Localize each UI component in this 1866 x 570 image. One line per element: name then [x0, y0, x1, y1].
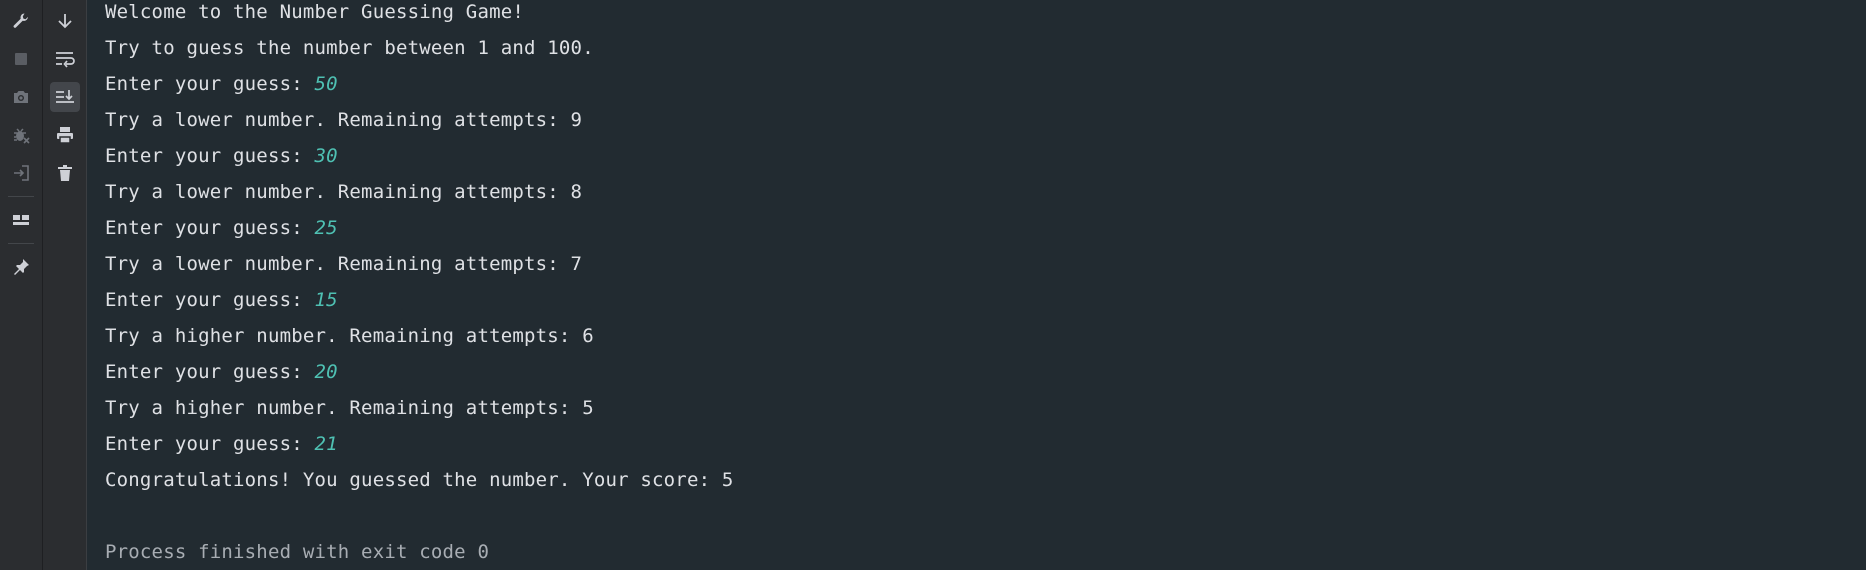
- dump-threads-button[interactable]: [6, 82, 36, 112]
- console-line-empty: [105, 503, 1866, 539]
- console-line: Enter your guess: 25: [105, 215, 1866, 251]
- console-line: Enter your guess: 15: [105, 287, 1866, 323]
- output-text: Try to guess the number between 1 and 10…: [105, 37, 594, 59]
- console-line: Try to guess the number between 1 and 10…: [105, 35, 1866, 71]
- print-button[interactable]: [50, 120, 80, 150]
- toolbar-separator: [8, 243, 34, 244]
- camera-icon: [11, 87, 31, 107]
- console-line: Congratulations! You guessed the number.…: [105, 467, 1866, 503]
- console-line: Enter your guess: 21: [105, 431, 1866, 467]
- stop-button[interactable]: [6, 44, 36, 74]
- clear-all-button[interactable]: [50, 158, 80, 188]
- down-button[interactable]: [50, 6, 80, 36]
- console-line: Try a lower number. Remaining attempts: …: [105, 251, 1866, 287]
- console-line: Welcome to the Number Guessing Game!: [105, 0, 1866, 35]
- scroll-to-end-button[interactable]: [49, 82, 80, 112]
- stop-icon: [11, 49, 31, 69]
- user-input-text: 15: [314, 289, 338, 311]
- pin-icon: [11, 257, 31, 277]
- prompt-text: Enter your guess:: [105, 433, 315, 455]
- user-input-text: 21: [314, 433, 338, 455]
- layout-button[interactable]: [6, 205, 36, 235]
- console-toolbar: [43, 0, 87, 570]
- output-text: Try a lower number. Remaining attempts: …: [105, 109, 583, 131]
- output-text: Try a higher number. Remaining attempts:…: [105, 397, 594, 419]
- console-line: Try a higher number. Remaining attempts:…: [105, 323, 1866, 359]
- output-text: Welcome to the Number Guessing Game!: [105, 1, 525, 23]
- soft-wrap-icon: [54, 49, 76, 69]
- left-toolbar: [0, 0, 43, 570]
- trash-icon: [55, 163, 75, 183]
- print-icon: [55, 125, 75, 145]
- console-line-process-finished: Process finished with exit code 0: [105, 539, 1866, 570]
- output-text: Try a higher number. Remaining attempts:…: [105, 325, 594, 347]
- output-text: Try a lower number. Remaining attempts: …: [105, 181, 583, 203]
- debug-icon: [11, 125, 31, 145]
- arrow-down-icon: [55, 11, 75, 31]
- run-tool-window: Welcome to the Number Guessing Game! Try…: [0, 0, 1866, 570]
- user-input-text: 50: [314, 73, 338, 95]
- console-line: Try a lower number. Remaining attempts: …: [105, 107, 1866, 143]
- console-line: Enter your guess: 50: [105, 71, 1866, 107]
- settings-button[interactable]: [6, 6, 36, 36]
- prompt-text: Enter your guess:: [105, 73, 315, 95]
- console-line: Enter your guess: 20: [105, 359, 1866, 395]
- console-line: Try a higher number. Remaining attempts:…: [105, 395, 1866, 431]
- console-line: Try a lower number. Remaining attempts: …: [105, 179, 1866, 215]
- attach-button[interactable]: [6, 158, 36, 188]
- console-output[interactable]: Welcome to the Number Guessing Game! Try…: [87, 0, 1866, 570]
- prompt-text: Enter your guess:: [105, 361, 315, 383]
- soft-wrap-button[interactable]: [50, 44, 80, 74]
- exit-status-text: Process finished with exit code 0: [105, 541, 490, 563]
- console-line: Enter your guess: 30: [105, 143, 1866, 179]
- pin-tab-button[interactable]: [6, 252, 36, 282]
- wrench-icon: [11, 11, 31, 31]
- user-input-text: 25: [314, 217, 338, 239]
- login-icon: [11, 163, 31, 183]
- user-input-text: 30: [314, 145, 338, 167]
- output-text: Try a lower number. Remaining attempts: …: [105, 253, 583, 275]
- prompt-text: Enter your guess:: [105, 145, 315, 167]
- debug-button[interactable]: [6, 120, 36, 150]
- toolbar-separator: [8, 196, 34, 197]
- prompt-text: Enter your guess:: [105, 289, 315, 311]
- user-input-text: 20: [314, 361, 338, 383]
- prompt-text: Enter your guess:: [105, 217, 315, 239]
- output-text: Congratulations! You guessed the number.…: [105, 469, 734, 491]
- scroll-to-end-icon: [54, 87, 76, 107]
- layout-icon: [11, 210, 31, 230]
